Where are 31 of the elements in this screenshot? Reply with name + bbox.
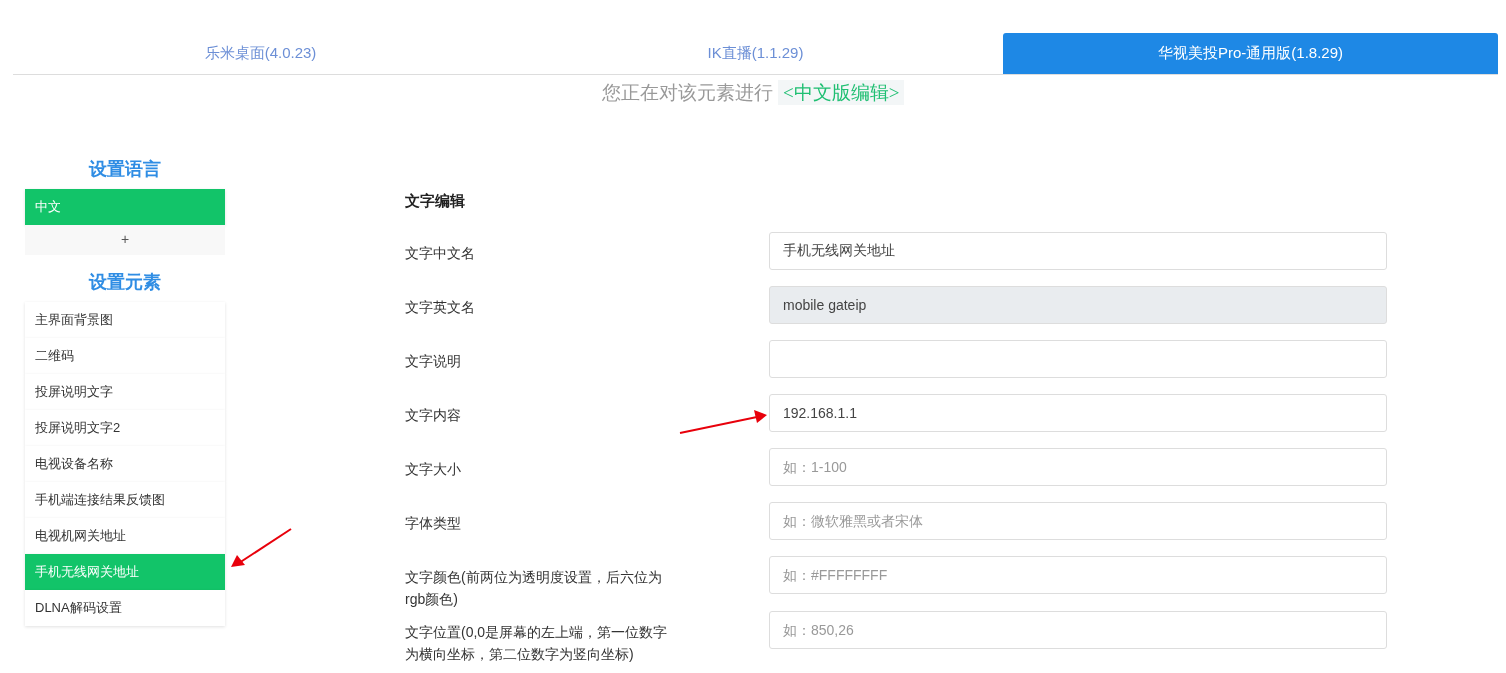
field-label: 字体类型 — [405, 514, 462, 533]
element-item[interactable]: 电视设备名称 — [25, 445, 225, 482]
section-title: 设置语言 — [87, 157, 162, 181]
field-label: 文字中文名 — [405, 244, 476, 263]
element-item[interactable]: 主界面背景图 — [25, 301, 225, 338]
element-item[interactable]: DLNA解码设置 — [25, 589, 225, 626]
input-field[interactable]: 如：850,26 — [769, 610, 1387, 649]
element-item[interactable]: 投屏说明文字2 — [25, 409, 225, 446]
edit-mode-tag: <中文版编辑> — [777, 80, 905, 105]
form-title: 文字编辑 — [405, 190, 466, 211]
annotation-arrow — [229, 527, 293, 569]
field-label: 文字英文名 — [405, 298, 476, 317]
field-label: 文字颜色(前两位为透明度设置，后六位为rgb颜色) — [405, 568, 663, 610]
input-field[interactable]: 手机无线网关地址 — [769, 232, 1387, 270]
field-label: 文字大小 — [405, 460, 462, 479]
add-language-button[interactable]: + — [25, 224, 225, 255]
field-label: 文字内容 — [405, 406, 462, 425]
input-field[interactable]: 如：微软雅黑或者宋体 — [769, 502, 1387, 540]
field-label: 文字说明 — [405, 352, 462, 371]
input-field[interactable]: 如：1-100 — [769, 448, 1387, 486]
element-item[interactable]: 投屏说明文字 — [25, 373, 225, 410]
input-field[interactable]: 192.168.1.1 — [769, 394, 1387, 432]
section-title: 设置元素 — [87, 270, 162, 294]
element-item[interactable]: 电视机网关地址 — [25, 517, 225, 554]
input-field[interactable]: 如：#FFFFFFFF — [769, 556, 1387, 594]
notice-text: 您正在对该元素进行 — [601, 82, 773, 103]
element-item[interactable]: 手机端连接结果反馈图 — [25, 481, 225, 518]
field-label: 文字位置(0,0是屏幕的左上端，第一位数字为横向坐标，第二位数字为竖向坐标) — [405, 622, 669, 665]
element-item[interactable]: 二维码 — [25, 337, 225, 374]
input-field[interactable] — [769, 340, 1387, 378]
tab[interactable]: 华视美投Pro-通用版(1.8.29) — [1003, 33, 1498, 74]
